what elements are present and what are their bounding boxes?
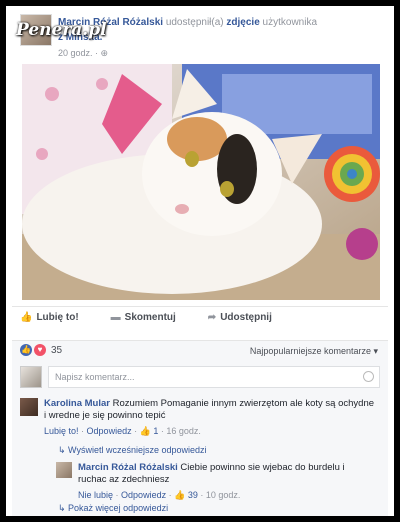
reply-unlike-link[interactable]: Nie lubię: [78, 490, 113, 500]
divider: [12, 306, 388, 307]
share-label: Udostępnij: [220, 312, 272, 323]
comment-composer: Napisz komentarz...: [20, 366, 380, 388]
camera-icon[interactable]: [363, 371, 374, 382]
reply-time[interactable]: 10 godz.: [206, 490, 241, 500]
thumbs-up-icon: 👍: [20, 312, 33, 323]
like-reaction-icon: 👍: [20, 344, 32, 356]
watermark-logo: Penera.pl: [16, 20, 107, 40]
thumbs-up-icon: 👍: [139, 426, 151, 436]
post-time[interactable]: 20 godz. · ⊕: [58, 48, 108, 59]
reply-meta: Nie lubię · Odpowiedz · 👍 39 · 10 godz.: [78, 490, 241, 500]
reaction-count: 35: [51, 344, 63, 356]
reactions-summary[interactable]: 👍 ♥ 35: [20, 344, 62, 356]
share-button[interactable]: ➦ Udostępnij: [208, 312, 272, 330]
suffix-text: użytkownika: [262, 17, 318, 28]
action-text: udostępnił(a): [165, 17, 224, 28]
show-more-replies-link[interactable]: ↳ Pokaż więcej odpowiedzi: [58, 503, 168, 514]
like-label: Lubię to!: [36, 312, 79, 323]
post-actions: 👍 Lubię to! ▬ Skomentuj ➦ Udostępnij: [20, 312, 380, 330]
cat-photo-illustration: [22, 64, 380, 300]
comment-time[interactable]: 16 godz.: [166, 426, 201, 436]
comment-like-count[interactable]: 1: [153, 426, 158, 436]
replier-name[interactable]: Marcin Różal Różalski: [78, 462, 178, 473]
post-card: Marcin Różal Różalski udostępnił(a) zdję…: [6, 6, 394, 516]
post-photo[interactable]: [22, 64, 380, 300]
thumbs-up-icon: 👍: [174, 490, 186, 500]
reply-body: Marcin Różal Różalski Ciebie powinno sie…: [78, 462, 374, 486]
comment-label: Skomentuj: [124, 312, 176, 323]
comment-body: Karolina Mular Rozumiem Pomaganie innym …: [44, 398, 374, 422]
replier-avatar[interactable]: [56, 462, 72, 478]
comment-like-link[interactable]: Lubię to!: [44, 426, 79, 436]
commenter-name[interactable]: Karolina Mular: [44, 398, 110, 409]
love-reaction-icon: ♥: [34, 344, 46, 356]
view-earlier-replies-link[interactable]: ↳ Wyświetl wcześniejsze odpowiedzi: [58, 445, 207, 456]
commenter-avatar[interactable]: [20, 398, 38, 416]
share-icon: ➦: [207, 312, 217, 323]
comment-input[interactable]: Napisz komentarz...: [48, 366, 380, 388]
comment-meta: Lubię to! · Odpowiedz · 👍 1 · 16 godz.: [44, 426, 201, 436]
user-avatar: [20, 366, 42, 388]
like-button[interactable]: 👍 Lubię to!: [20, 312, 79, 330]
comment-icon: ▬: [110, 312, 121, 323]
comment-reply-link[interactable]: Odpowiedz: [87, 426, 132, 436]
divider: [12, 340, 388, 341]
photo-link[interactable]: zdjęcie: [226, 17, 259, 28]
comment-button[interactable]: ▬ Skomentuj: [111, 312, 176, 330]
reply-like-count[interactable]: 39: [188, 490, 198, 500]
comment-sort-dropdown[interactable]: Najpopularniejsze komentarze ▾: [250, 346, 378, 357]
reply-reply-link[interactable]: Odpowiedz: [121, 490, 166, 500]
